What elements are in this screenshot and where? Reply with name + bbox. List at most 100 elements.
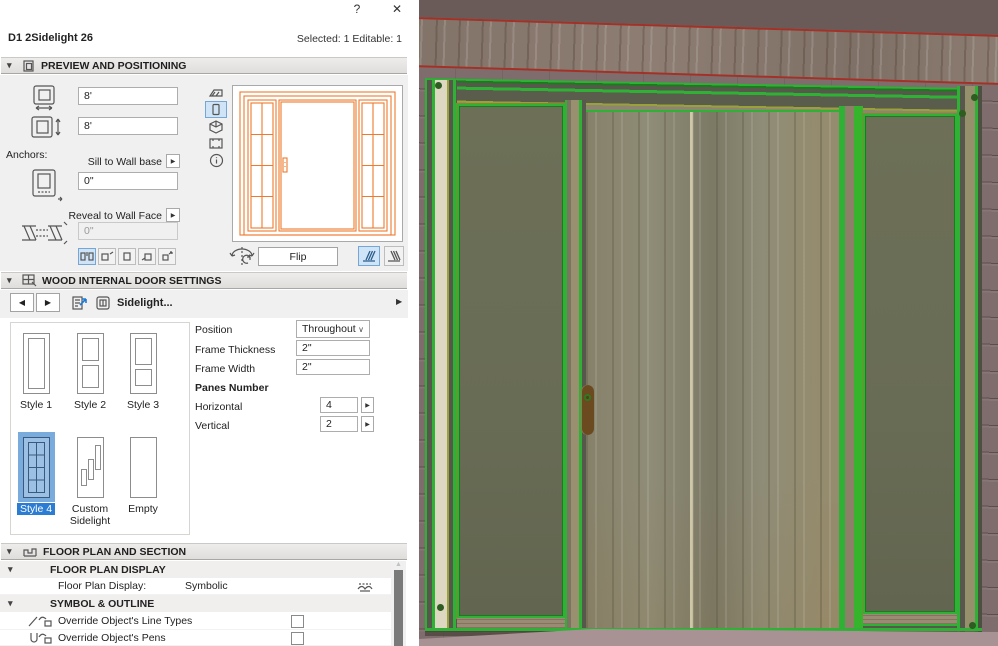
horizontal-panes-flyout-button[interactable]: ▶ xyxy=(361,397,374,413)
section-title: WOOD INTERNAL DOOR SETTINGS xyxy=(42,274,222,287)
line-type-icon xyxy=(28,616,52,627)
transfer-settings-button[interactable] xyxy=(68,293,90,313)
component-more-arrow[interactable]: ▶ xyxy=(396,297,402,306)
style-4-thumbnail[interactable] xyxy=(23,437,50,498)
reveal-anchor-icon xyxy=(22,221,68,245)
collapse-icon[interactable]: ▾ xyxy=(7,60,17,71)
chevron-down-icon: ∨ xyxy=(358,324,364,334)
vertical-panes-flyout-button[interactable]: ▶ xyxy=(361,416,374,432)
custom-sidelight-thumbnail[interactable] xyxy=(77,437,104,498)
scrollbar-thumb[interactable] xyxy=(394,570,403,646)
left-sidelight-glass[interactable] xyxy=(457,104,565,618)
floor-plan-display-group-header[interactable]: ▾ FLOOR PLAN DISPLAY xyxy=(0,561,391,578)
vertical-panes-field[interactable]: 2 xyxy=(320,416,358,432)
scroll-up-icon[interactable]: ▲ xyxy=(391,561,406,568)
section-title: FLOOR PLAN AND SECTION xyxy=(43,545,187,558)
collapse-icon[interactable]: ▾ xyxy=(8,598,18,609)
sill-anchor-label: Sill to Wall base xyxy=(87,156,162,168)
door-preview-panel[interactable] xyxy=(232,85,403,242)
section-header-floor-plan[interactable]: ▾ FLOOR PLAN AND SECTION xyxy=(1,543,407,560)
swing-direction-left-button[interactable] xyxy=(358,246,380,266)
preview-mode-elevation-button[interactable] xyxy=(205,101,227,118)
sill-anchor-icon xyxy=(32,169,63,202)
override-line-types-checkbox[interactable] xyxy=(291,615,304,628)
style-1-label[interactable]: Style 1 xyxy=(9,399,63,412)
preview-mode-plan-button[interactable] xyxy=(205,84,227,101)
selection-status: Selected: 1 Editable: 1 xyxy=(296,33,402,45)
style-4-label[interactable]: Style 4 xyxy=(9,503,63,516)
forward-icon: ▶ xyxy=(44,298,52,307)
style-1-thumbnail[interactable] xyxy=(23,333,50,394)
override-line-types-row[interactable]: Override Object's Line Types xyxy=(0,613,391,630)
component-name[interactable]: Sidelight... xyxy=(117,297,173,309)
empty-thumbnail[interactable] xyxy=(130,437,157,498)
selection-handle[interactable] xyxy=(959,110,966,117)
anchor-option-swap-button[interactable] xyxy=(158,248,176,265)
section-header-preview[interactable]: ▾ PREVIEW AND POSITIONING xyxy=(1,57,407,74)
selection-handle[interactable] xyxy=(435,82,442,89)
style-2-thumbnail[interactable] xyxy=(77,333,104,394)
anchors-label: Anchors: xyxy=(6,149,48,161)
override-pens-label: Override Object's Pens xyxy=(58,631,166,644)
selection-handle[interactable] xyxy=(437,604,444,611)
door-width-field[interactable]: 8' xyxy=(78,87,178,105)
horizontal-panes-label: Horizontal xyxy=(195,401,243,413)
right-sidelight-sill xyxy=(863,614,957,626)
collapse-icon[interactable]: ▾ xyxy=(7,275,17,286)
component-nav-row xyxy=(0,290,408,318)
swing-direction-right-button[interactable] xyxy=(384,246,404,266)
right-sidelight-glass[interactable] xyxy=(863,114,957,614)
style-3-label[interactable]: Style 3 xyxy=(116,399,170,412)
help-button[interactable]: ? xyxy=(348,1,366,17)
door-width-icon xyxy=(33,85,55,111)
section-title: PREVIEW AND POSITIONING xyxy=(41,59,187,72)
back-icon: ◀ xyxy=(18,298,26,307)
style-2-label[interactable]: Style 2 xyxy=(63,399,117,412)
floor-plan-display-value[interactable]: Symbolic xyxy=(185,580,228,592)
reveal-to-wall-face-field: 0" xyxy=(78,222,178,240)
override-pens-row[interactable]: Override Object's Pens xyxy=(0,630,391,646)
preview-info-button[interactable] xyxy=(205,152,227,169)
anchor-option-left-button[interactable] xyxy=(98,248,116,265)
viewport-3d[interactable] xyxy=(419,0,998,646)
symbol-outline-group-header[interactable]: ▾ SYMBOL & OUTLINE xyxy=(0,595,391,612)
door-leaf[interactable] xyxy=(586,110,839,634)
previous-component-button[interactable]: ◀ xyxy=(10,293,34,312)
selection-handle[interactable] xyxy=(971,94,978,101)
settings-scrollbar[interactable]: ▲ xyxy=(391,561,406,646)
empty-label[interactable]: Empty xyxy=(116,503,170,516)
preview-mode-3d-button[interactable] xyxy=(205,118,227,135)
collapse-icon[interactable]: ▾ xyxy=(8,564,18,575)
sill-anchor-flyout-button[interactable]: ▶ xyxy=(166,154,180,168)
anchor-option-mid-button[interactable] xyxy=(118,248,136,265)
anchor-option-center-button[interactable] xyxy=(78,248,96,265)
reveal-anchor-flyout-button[interactable]: ▶ xyxy=(166,208,180,222)
preview-mode-section-button[interactable] xyxy=(205,135,227,152)
override-pens-checkbox[interactable] xyxy=(291,632,304,645)
frame-thickness-field[interactable]: 2" xyxy=(296,340,370,356)
sill-to-wall-base-field[interactable]: 0" xyxy=(78,172,178,190)
left-jamb xyxy=(425,80,457,630)
section-header-door-settings[interactable]: ▾ WOOD INTERNAL DOOR SETTINGS xyxy=(1,272,407,289)
left-mullion xyxy=(565,100,586,632)
anchor-option-right-button[interactable] xyxy=(138,248,156,265)
close-button[interactable]: ✕ xyxy=(388,1,406,17)
custom-sidelight-label[interactable]: Custom Sidelight xyxy=(63,503,117,527)
position-label: Position xyxy=(195,324,233,336)
collapse-icon[interactable]: ▾ xyxy=(7,546,17,557)
display-options-icon[interactable] xyxy=(356,580,374,593)
reveal-anchor-label: Reveal to Wall Face xyxy=(68,210,162,222)
transfer-settings-icon xyxy=(72,296,87,310)
horizontal-panes-field[interactable]: 4 xyxy=(320,397,358,413)
flip-button[interactable]: Flip xyxy=(258,247,338,266)
next-component-button[interactable]: ▶ xyxy=(36,293,60,312)
style-3-thumbnail[interactable] xyxy=(130,333,157,394)
frame-width-field[interactable]: 2" xyxy=(296,359,370,375)
position-dropdown[interactable]: Throughout ∨ xyxy=(296,320,370,338)
selected-door-unit[interactable] xyxy=(425,76,984,641)
selection-handle[interactable] xyxy=(969,622,976,629)
floor-plan-display-row[interactable]: Floor Plan Display: Symbolic xyxy=(0,578,391,595)
floor-plan-section-icon xyxy=(23,547,37,557)
door-handle[interactable] xyxy=(581,385,594,435)
door-height-field[interactable]: 8' xyxy=(78,117,178,135)
